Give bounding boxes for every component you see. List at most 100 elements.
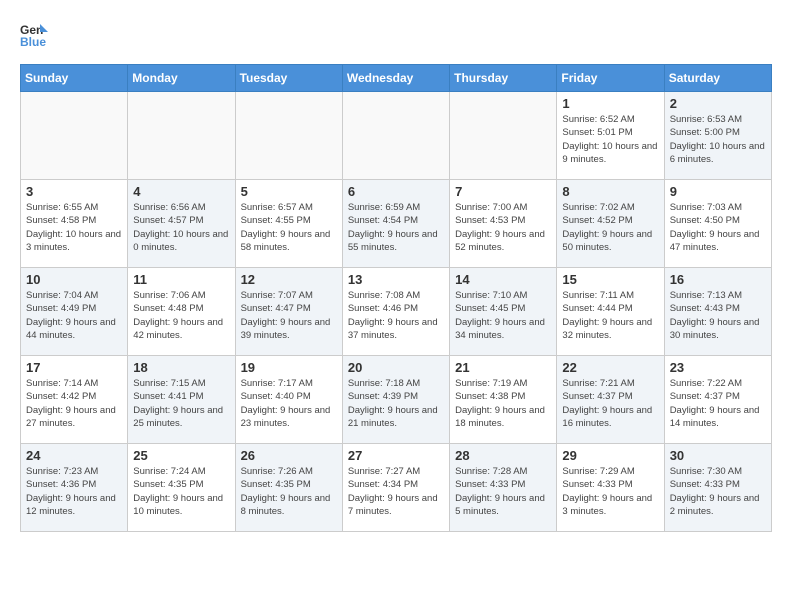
day-info: Sunrise: 7:04 AM Sunset: 4:49 PM Dayligh… xyxy=(26,289,122,342)
day-number: 23 xyxy=(670,360,766,375)
calendar-cell xyxy=(450,92,557,180)
day-number: 4 xyxy=(133,184,229,199)
day-info: Sunrise: 7:06 AM Sunset: 4:48 PM Dayligh… xyxy=(133,289,229,342)
day-number: 9 xyxy=(670,184,766,199)
calendar-cell: 2 Sunrise: 6:53 AM Sunset: 5:00 PM Daylig… xyxy=(664,92,771,180)
calendar-cell: 8 Sunrise: 7:02 AM Sunset: 4:52 PM Daylig… xyxy=(557,180,664,268)
calendar-cell: 28 Sunrise: 7:28 AM Sunset: 4:33 PM Dayli… xyxy=(450,444,557,532)
calendar-cell: 6 Sunrise: 6:59 AM Sunset: 4:54 PM Daylig… xyxy=(342,180,449,268)
weekday-header: Friday xyxy=(557,65,664,92)
calendar-cell: 19 Sunrise: 7:17 AM Sunset: 4:40 PM Dayli… xyxy=(235,356,342,444)
calendar-week-row: 17 Sunrise: 7:14 AM Sunset: 4:42 PM Dayli… xyxy=(21,356,772,444)
calendar-cell: 15 Sunrise: 7:11 AM Sunset: 4:44 PM Dayli… xyxy=(557,268,664,356)
calendar-cell xyxy=(342,92,449,180)
day-info: Sunrise: 7:07 AM Sunset: 4:47 PM Dayligh… xyxy=(241,289,337,342)
calendar-header-row: SundayMondayTuesdayWednesdayThursdayFrid… xyxy=(21,65,772,92)
calendar-cell: 22Sunrise: 7:21 AM Sunset: 4:37 PM Dayli… xyxy=(557,356,664,444)
day-number: 18 xyxy=(133,360,229,375)
calendar-cell: 21 Sunrise: 7:19 AM Sunset: 4:38 PM Dayli… xyxy=(450,356,557,444)
calendar-cell: 26 Sunrise: 7:26 AM Sunset: 4:35 PM Dayli… xyxy=(235,444,342,532)
day-number: 28 xyxy=(455,448,551,463)
calendar-week-row: 1 Sunrise: 6:52 AM Sunset: 5:01 PM Daylig… xyxy=(21,92,772,180)
calendar-cell: 18 Sunrise: 7:15 AM Sunset: 4:41 PM Dayli… xyxy=(128,356,235,444)
day-number: 8 xyxy=(562,184,658,199)
day-info: Sunrise: 6:52 AM Sunset: 5:01 PM Dayligh… xyxy=(562,113,658,166)
day-info: Sunrise: 7:13 AM Sunset: 4:43 PM Dayligh… xyxy=(670,289,766,342)
day-number: 27 xyxy=(348,448,444,463)
logo: Gen Blue xyxy=(20,20,52,48)
calendar-cell: 5Sunrise: 6:57 AM Sunset: 4:55 PM Daylig… xyxy=(235,180,342,268)
day-info: Sunrise: 7:30 AM Sunset: 4:33 PM Dayligh… xyxy=(670,465,766,518)
day-info: Sunrise: 7:02 AM Sunset: 4:52 PM Dayligh… xyxy=(562,201,658,254)
day-info: Sunrise: 7:11 AM Sunset: 4:44 PM Dayligh… xyxy=(562,289,658,342)
weekday-header: Thursday xyxy=(450,65,557,92)
calendar-cell xyxy=(235,92,342,180)
calendar-cell: 29 Sunrise: 7:29 AM Sunset: 4:33 PM Dayli… xyxy=(557,444,664,532)
day-info: Sunrise: 7:08 AM Sunset: 4:46 PM Dayligh… xyxy=(348,289,444,342)
day-number: 17 xyxy=(26,360,122,375)
day-number: 7 xyxy=(455,184,551,199)
calendar-cell: 4 Sunrise: 6:56 AM Sunset: 4:57 PM Daylig… xyxy=(128,180,235,268)
day-number: 29 xyxy=(562,448,658,463)
day-number: 1 xyxy=(562,96,658,111)
day-info: Sunrise: 7:00 AM Sunset: 4:53 PM Dayligh… xyxy=(455,201,551,254)
calendar-week-row: 24 Sunrise: 7:23 AM Sunset: 4:36 PM Dayli… xyxy=(21,444,772,532)
day-number: 2 xyxy=(670,96,766,111)
day-info: Sunrise: 7:29 AM Sunset: 4:33 PM Dayligh… xyxy=(562,465,658,518)
day-info: Sunrise: 7:15 AM Sunset: 4:41 PM Dayligh… xyxy=(133,377,229,430)
calendar-cell: 25Sunrise: 7:24 AM Sunset: 4:35 PM Dayli… xyxy=(128,444,235,532)
calendar-cell: 16 Sunrise: 7:13 AM Sunset: 4:43 PM Dayli… xyxy=(664,268,771,356)
page-header: Gen Blue xyxy=(20,20,772,48)
day-number: 11 xyxy=(133,272,229,287)
day-number: 14 xyxy=(455,272,551,287)
day-number: 30 xyxy=(670,448,766,463)
calendar-cell xyxy=(128,92,235,180)
calendar-cell: 23 Sunrise: 7:22 AM Sunset: 4:37 PM Dayli… xyxy=(664,356,771,444)
day-number: 26 xyxy=(241,448,337,463)
calendar-cell xyxy=(21,92,128,180)
weekday-header: Monday xyxy=(128,65,235,92)
day-info: Sunrise: 6:56 AM Sunset: 4:57 PM Dayligh… xyxy=(133,201,229,254)
day-number: 13 xyxy=(348,272,444,287)
day-number: 24 xyxy=(26,448,122,463)
calendar-table: SundayMondayTuesdayWednesdayThursdayFrid… xyxy=(20,64,772,532)
day-info: Sunrise: 7:14 AM Sunset: 4:42 PM Dayligh… xyxy=(26,377,122,430)
day-info: Sunrise: 7:22 AM Sunset: 4:37 PM Dayligh… xyxy=(670,377,766,430)
day-number: 19 xyxy=(241,360,337,375)
calendar-body: 1 Sunrise: 6:52 AM Sunset: 5:01 PM Daylig… xyxy=(21,92,772,532)
calendar-cell: 14 Sunrise: 7:10 AM Sunset: 4:45 PM Dayli… xyxy=(450,268,557,356)
day-info: Sunrise: 6:55 AM Sunset: 4:58 PM Dayligh… xyxy=(26,201,122,254)
day-info: Sunrise: 7:26 AM Sunset: 4:35 PM Dayligh… xyxy=(241,465,337,518)
day-number: 21 xyxy=(455,360,551,375)
calendar-week-row: 10 Sunrise: 7:04 AM Sunset: 4:49 PM Dayli… xyxy=(21,268,772,356)
day-info: Sunrise: 7:19 AM Sunset: 4:38 PM Dayligh… xyxy=(455,377,551,430)
weekday-header: Wednesday xyxy=(342,65,449,92)
day-number: 16 xyxy=(670,272,766,287)
day-info: Sunrise: 6:59 AM Sunset: 4:54 PM Dayligh… xyxy=(348,201,444,254)
calendar-cell: 11 Sunrise: 7:06 AM Sunset: 4:48 PM Dayli… xyxy=(128,268,235,356)
day-number: 5 xyxy=(241,184,337,199)
day-info: Sunrise: 7:18 AM Sunset: 4:39 PM Dayligh… xyxy=(348,377,444,430)
day-number: 6 xyxy=(348,184,444,199)
day-number: 25 xyxy=(133,448,229,463)
weekday-header: Tuesday xyxy=(235,65,342,92)
day-info: Sunrise: 7:10 AM Sunset: 4:45 PM Dayligh… xyxy=(455,289,551,342)
day-info: Sunrise: 6:53 AM Sunset: 5:00 PM Dayligh… xyxy=(670,113,766,166)
day-number: 10 xyxy=(26,272,122,287)
day-info: Sunrise: 7:28 AM Sunset: 4:33 PM Dayligh… xyxy=(455,465,551,518)
calendar-cell: 3Sunrise: 6:55 AM Sunset: 4:58 PM Daylig… xyxy=(21,180,128,268)
day-number: 15 xyxy=(562,272,658,287)
calendar-cell: 7 Sunrise: 7:00 AM Sunset: 4:53 PM Daylig… xyxy=(450,180,557,268)
day-info: Sunrise: 7:17 AM Sunset: 4:40 PM Dayligh… xyxy=(241,377,337,430)
svg-text:Blue: Blue xyxy=(20,35,46,48)
calendar-cell: 1 Sunrise: 6:52 AM Sunset: 5:01 PM Daylig… xyxy=(557,92,664,180)
calendar-cell: 10 Sunrise: 7:04 AM Sunset: 4:49 PM Dayli… xyxy=(21,268,128,356)
day-info: Sunrise: 7:23 AM Sunset: 4:36 PM Dayligh… xyxy=(26,465,122,518)
calendar-cell: 17 Sunrise: 7:14 AM Sunset: 4:42 PM Dayli… xyxy=(21,356,128,444)
day-number: 22 xyxy=(562,360,658,375)
day-info: Sunrise: 7:03 AM Sunset: 4:50 PM Dayligh… xyxy=(670,201,766,254)
calendar-cell: 12Sunrise: 7:07 AM Sunset: 4:47 PM Dayli… xyxy=(235,268,342,356)
calendar-cell: 27Sunrise: 7:27 AM Sunset: 4:34 PM Dayli… xyxy=(342,444,449,532)
day-number: 20 xyxy=(348,360,444,375)
calendar-cell: 13 Sunrise: 7:08 AM Sunset: 4:46 PM Dayli… xyxy=(342,268,449,356)
